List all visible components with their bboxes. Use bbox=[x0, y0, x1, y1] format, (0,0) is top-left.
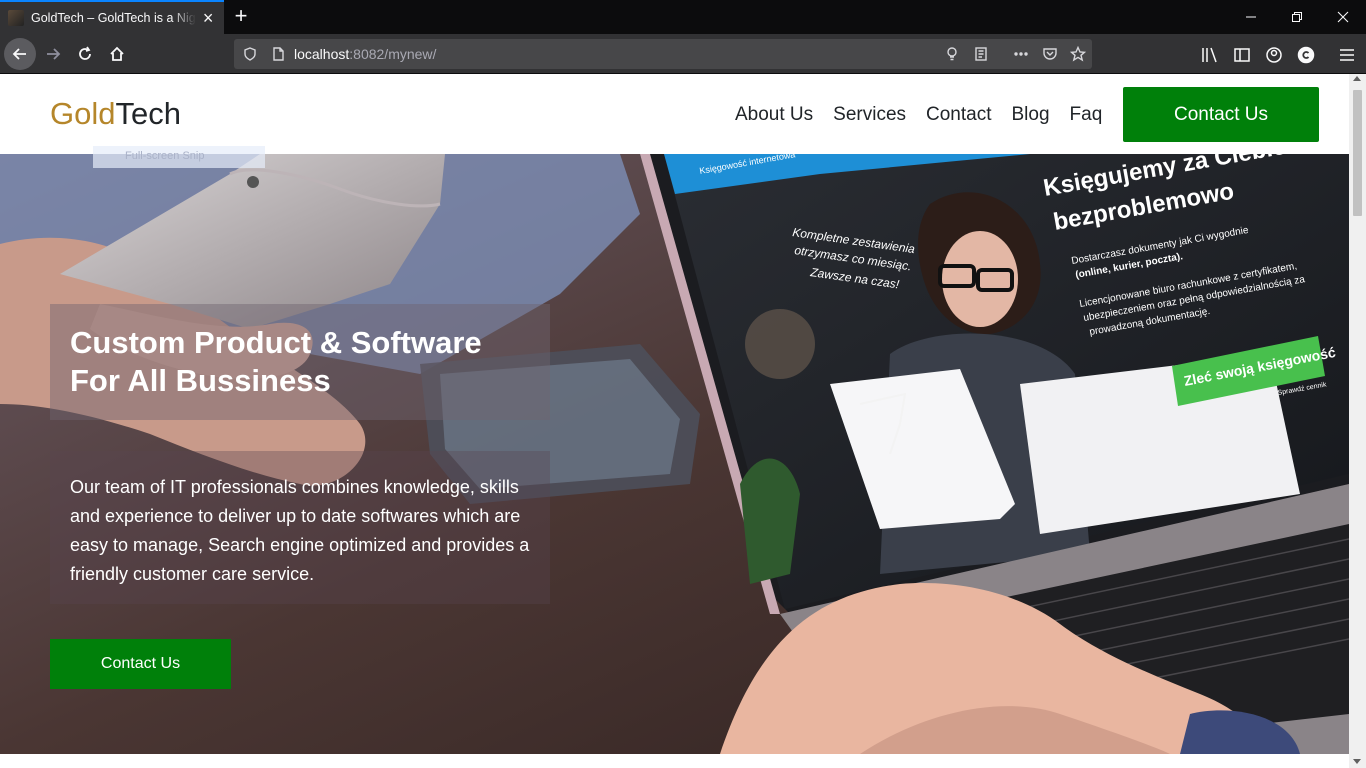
browser-titlebar: GoldTech – GoldTech is a Nigerian IT com… bbox=[0, 0, 1366, 34]
library-icon[interactable] bbox=[1201, 46, 1219, 64]
header-contact-button[interactable]: Contact Us bbox=[1123, 87, 1319, 142]
favicon-icon bbox=[8, 10, 24, 26]
reload-icon[interactable] bbox=[69, 38, 101, 70]
hero-title: Custom Product & Software For All Bussin… bbox=[70, 325, 482, 398]
star-icon[interactable] bbox=[1069, 45, 1087, 62]
nav-contact[interactable]: Contact bbox=[926, 104, 991, 126]
reader-icon[interactable] bbox=[973, 46, 989, 62]
back-icon[interactable] bbox=[4, 38, 36, 70]
nav-services[interactable]: Services bbox=[833, 104, 906, 126]
home-icon[interactable] bbox=[101, 38, 133, 70]
pocket-icon[interactable] bbox=[1042, 46, 1058, 62]
url-bar[interactable]: localhost:8082/mynew/ bbox=[234, 39, 1092, 69]
web-page: GoldTech About Us Services Contact Blog … bbox=[0, 74, 1349, 768]
nav-blog[interactable]: Blog bbox=[1012, 104, 1050, 126]
browser-tab[interactable]: GoldTech – GoldTech is a Nigerian IT com… bbox=[0, 0, 224, 34]
close-tab-icon[interactable]: × bbox=[200, 9, 216, 27]
hero-contact-button[interactable]: Contact Us bbox=[50, 639, 231, 689]
hero-description-box: Our team of IT professionals combines kn… bbox=[50, 451, 550, 604]
new-tab-icon[interactable]: + bbox=[228, 4, 254, 30]
scroll-thumb[interactable] bbox=[1353, 90, 1362, 216]
forward-icon[interactable] bbox=[37, 38, 69, 70]
hero-description: Our team of IT professionals combines kn… bbox=[70, 477, 530, 584]
menu-icon[interactable] bbox=[1338, 46, 1356, 64]
snip-overlay-label: Full-screen Snip bbox=[93, 146, 265, 168]
scroll-up-icon[interactable] bbox=[1353, 76, 1361, 81]
extension-icon[interactable] bbox=[1297, 46, 1315, 64]
main-nav: About Us Services Contact Blog Faq bbox=[735, 104, 1122, 126]
browser-toolbar: localhost:8082/mynew/ bbox=[0, 34, 1366, 74]
hero-title-box: Custom Product & Software For All Bussin… bbox=[50, 304, 550, 420]
minimize-icon[interactable] bbox=[1228, 0, 1274, 34]
site-logo[interactable]: GoldTech bbox=[50, 96, 181, 132]
nav-faq[interactable]: Faq bbox=[1070, 104, 1103, 126]
site-header: GoldTech About Us Services Contact Blog … bbox=[0, 74, 1349, 154]
page-icon[interactable] bbox=[270, 46, 286, 62]
shield-icon[interactable] bbox=[242, 46, 258, 62]
more-icon[interactable] bbox=[1013, 46, 1029, 62]
scroll-down-icon[interactable] bbox=[1353, 759, 1361, 764]
hero-section: Księgowość internetowa Księgujemy za Cie… bbox=[0, 154, 1349, 754]
restore-icon[interactable] bbox=[1274, 0, 1320, 34]
lightbulb-icon[interactable] bbox=[944, 46, 960, 62]
nav-about-us[interactable]: About Us bbox=[735, 104, 813, 126]
page-scrollbar[interactable] bbox=[1349, 74, 1366, 768]
url-text[interactable]: localhost:8082/mynew/ bbox=[294, 46, 436, 62]
sidebar-icon[interactable] bbox=[1233, 46, 1251, 64]
tab-title: GoldTech – GoldTech is a Nigerian IT com… bbox=[31, 11, 196, 25]
close-window-icon[interactable] bbox=[1320, 0, 1366, 34]
account-icon[interactable] bbox=[1265, 46, 1283, 64]
